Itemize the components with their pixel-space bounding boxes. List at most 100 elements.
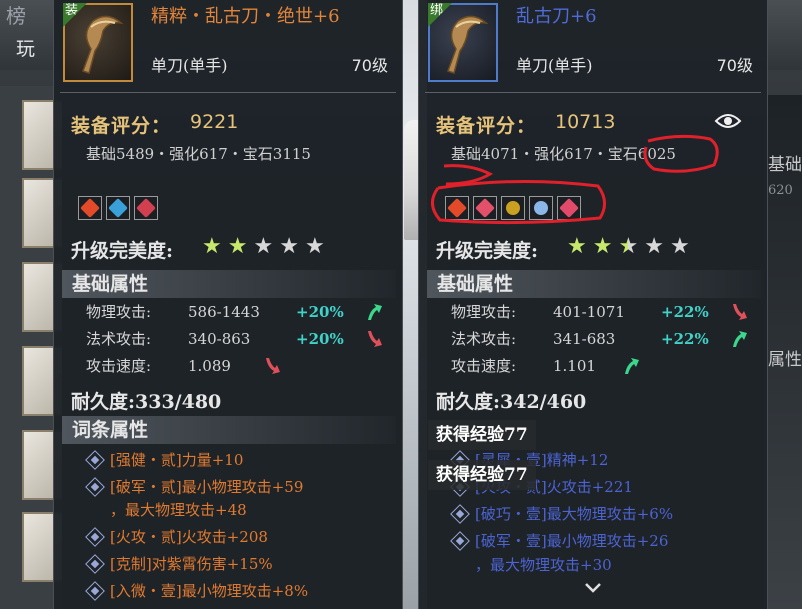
diamond-bullet-icon [85,450,105,470]
divider [425,92,761,93]
stat-label: 物理攻击: [86,303,152,321]
score-breakdown: 基础5489・强化617・宝石3115 [86,145,311,163]
arrow-down-icon [733,304,747,320]
star-icon: ★ [202,234,222,259]
stat-row: 物理攻击: 586-1443 +20% [86,300,386,324]
star-icon: ★ [592,234,613,259]
background-play-tab[interactable]: 玩 [16,34,35,61]
score-label: 装备评分： [71,115,172,137]
affix-text: [克制]对紫霄伤害+15% [110,555,273,573]
upgrade-stars: ★ ★ ★ ★ ★ [202,234,325,260]
star-icon: ★ [253,234,274,259]
chevron-down-icon[interactable] [584,582,602,596]
stat-percent: +20% [296,303,344,321]
stat-percent: +22% [661,303,709,321]
item-icon-frame: 装 [63,3,133,82]
affix-text: [破巧・壹]最大物理攻击+6% [475,505,674,523]
saber-icon [447,15,489,74]
affix-attributes-header: 词条属性 [62,416,396,444]
stat-row: 法术攻击: 341-683 +22% [451,327,751,351]
rose-gem-icon [475,198,495,218]
gem-slot[interactable] [501,196,525,220]
compared-item-tooltip: 绑 乱古刀+6 单刀(单手) 70级 装备评分： 10713 基础4071・强化… [418,0,768,609]
stat-row: 物理攻击: 401-1071 +22% [451,300,751,324]
affix-text: [破军・壹]最小物理攻击+26 [475,532,669,550]
half-star-icon: ★ [618,234,639,259]
stat-value: 340-863 [188,330,251,348]
divider [60,92,396,93]
arrow-up-icon [368,304,382,320]
affix-text: [破军・贰]最小物理攻击+59 [110,478,304,496]
durability: 耐久度:333/480 [71,391,222,413]
base-attributes-header: 基础属性 [62,270,396,298]
eye-icon[interactable] [714,112,742,130]
gem-slot[interactable] [445,196,469,220]
stat-label: 攻击速度: [451,357,517,375]
affix-text: ，最大物理攻击+30 [475,556,612,574]
star-icon: ★ [304,234,325,259]
stat-label: 攻击速度: [86,357,152,375]
star-icon: ★ [567,234,587,259]
exp-gained-toast: 获得经验77 [428,460,536,490]
stat-percent: +22% [661,330,709,348]
background-title-fragment: 榜 [6,4,26,28]
durability: 耐久度:342/460 [436,391,587,413]
stat-value: 586-1443 [188,303,260,321]
diamond-bullet-icon [450,531,470,551]
diamond-bullet-icon [85,581,105,601]
affix-text: [入微・壹]最小物理攻击+8% [110,582,309,600]
score-value: 9221 [190,111,239,133]
saber-icon [82,15,124,74]
upgrade-perfection-label: 升级完美度: [436,240,539,262]
affix-text: ，最大物理攻击+48 [110,501,247,519]
garnet-gem-icon [136,198,156,218]
background-right-label: 基础 [768,155,802,175]
topaz-gem-icon [503,198,523,218]
ruby-gem-icon [80,198,100,218]
stat-row: 攻击速度: 1.101 [451,354,751,378]
star-icon: ★ [669,234,690,259]
sapphire-gem-icon [108,198,128,218]
item-name: 乱古刀+6 [516,6,597,27]
item-icon-frame: 绑 [428,3,498,82]
ruby-gem-icon [447,198,467,218]
stat-row: 法术攻击: 340-863 +20% [86,327,386,351]
background-right-label: 属性 [768,350,802,370]
stat-label: 法术攻击: [86,330,152,348]
upgrade-perfection-label: 升级完美度: [71,240,174,262]
upgrade-stars: ★ ★ ★ ★ ★ [567,234,690,260]
gem-slot[interactable] [557,196,581,220]
affix-text: [强健・贰]力量+10 [110,451,244,469]
stat-row: 攻击速度: 1.089 [86,354,386,378]
diamond-bullet-icon [85,477,105,497]
stat-value: 1.089 [188,357,231,375]
stat-percent: +20% [296,330,344,348]
star-icon: ★ [227,234,248,259]
affix-text: [火攻・贰]火攻击+208 [110,528,268,546]
stat-value: 1.101 [553,357,596,375]
gem-slot[interactable] [529,196,553,220]
stat-value: 401-1071 [553,303,625,321]
equipped-item-tooltip: 装 精粹・乱古刀・绝世+6 单刀(单手) 70级 装备评分： 9221 基础54… [53,0,403,609]
arrow-down-icon [368,331,382,347]
arrow-up-icon [625,358,639,374]
arrow-up-icon [733,331,747,347]
gem-slot[interactable] [78,196,102,220]
gem-slot[interactable] [106,196,130,220]
score-breakdown: 基础4071・强化617・宝石6025 [451,145,676,163]
garnet-gem-icon [559,198,579,218]
stat-label: 物理攻击: [451,303,517,321]
item-level: 70级 [351,56,388,75]
item-type: 单刀(单手) [516,56,593,75]
score-label: 装备评分： [436,115,537,137]
star-icon: ★ [279,234,299,259]
pearl-gem-icon [531,198,551,218]
item-type: 单刀(单手) [151,56,228,75]
gem-slots [445,196,581,220]
arrow-down-icon [266,358,280,374]
diamond-bullet-icon [450,504,470,524]
stat-value: 341-683 [553,330,616,348]
background-right-number: 620 [768,183,793,198]
gem-slot[interactable] [134,196,158,220]
gem-slot[interactable] [473,196,497,220]
